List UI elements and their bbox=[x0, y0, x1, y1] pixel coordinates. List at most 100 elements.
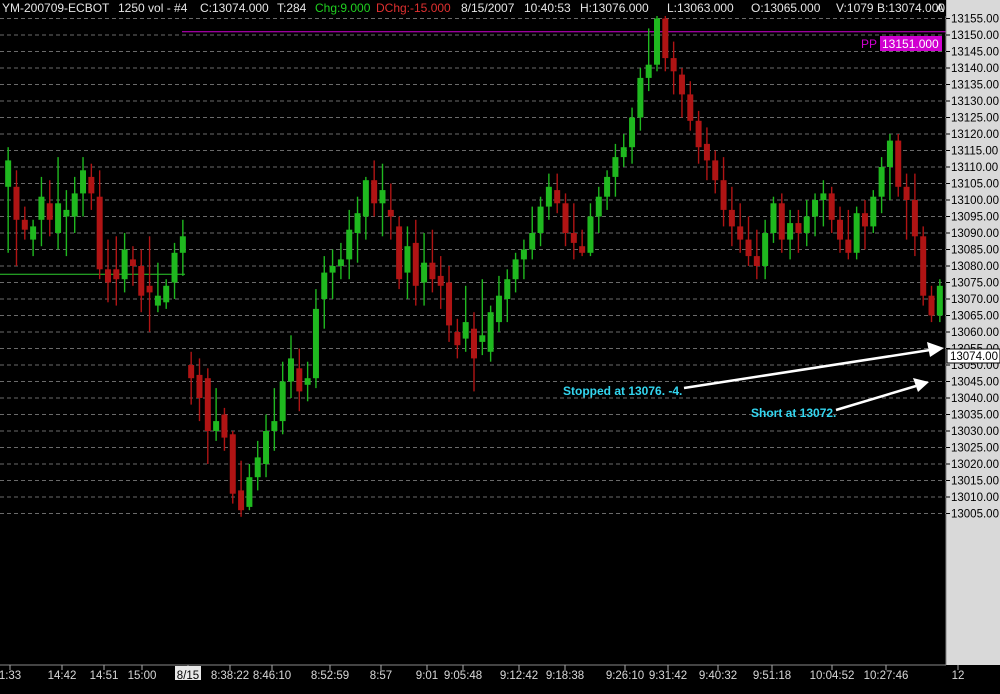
price-tick-label: 13125.00 bbox=[951, 113, 999, 125]
time-tick-label: 1:33 bbox=[0, 670, 21, 682]
candle-body bbox=[304, 378, 311, 385]
candle-body bbox=[654, 18, 661, 65]
candle bbox=[396, 216, 403, 290]
time-tick-label: 9:05:48 bbox=[444, 670, 482, 682]
price-tick-label: 13080.00 bbox=[951, 261, 999, 273]
time-tick-label: 9:26:10 bbox=[606, 670, 644, 682]
candle-body bbox=[163, 285, 170, 303]
candle-body bbox=[845, 239, 852, 253]
price-tick-label: 13065.00 bbox=[951, 311, 999, 323]
candle-body bbox=[71, 193, 78, 217]
candle-body bbox=[504, 279, 511, 299]
candle-body bbox=[279, 381, 286, 422]
header-symbol: YM-200709-ECBOT bbox=[2, 1, 110, 15]
price-tick-label: 13005.00 bbox=[951, 509, 999, 521]
candle-body bbox=[171, 252, 178, 283]
candle-body bbox=[88, 176, 95, 194]
candle-body bbox=[512, 259, 519, 280]
price-tick-label: 13035.00 bbox=[951, 410, 999, 422]
candle-body bbox=[795, 223, 802, 233]
candle-body bbox=[612, 157, 619, 177]
time-tick-label: 14:51 bbox=[90, 670, 119, 682]
price-tick-label: 13135.00 bbox=[951, 80, 999, 92]
candle-body bbox=[80, 170, 87, 194]
time-tick-label: 8:46:10 bbox=[253, 670, 291, 682]
candle-body bbox=[812, 200, 819, 217]
candle-body bbox=[121, 249, 128, 280]
candle-body bbox=[587, 216, 594, 253]
price-tick-label: 13120.00 bbox=[951, 129, 999, 141]
candle-body bbox=[579, 246, 586, 253]
candle-body bbox=[146, 285, 153, 293]
candle-body bbox=[196, 374, 203, 398]
candle-body bbox=[695, 120, 702, 148]
candle-body bbox=[778, 203, 785, 240]
candle-body bbox=[787, 223, 794, 240]
price-tick-label: 13025.00 bbox=[951, 443, 999, 455]
candle-body bbox=[595, 196, 602, 217]
price-axis-ticks: 13155.00 13150.00 13145.00 13140.00 13135.00… bbox=[946, 14, 999, 521]
time-tick-label: 15:00 bbox=[128, 670, 157, 682]
pivot-value: 13151.000 bbox=[882, 37, 939, 51]
candle-body bbox=[820, 193, 827, 200]
candle-body bbox=[620, 147, 627, 158]
candle-body bbox=[113, 269, 120, 280]
candle-body bbox=[154, 295, 161, 306]
candle-body bbox=[629, 117, 636, 148]
candle-body bbox=[38, 196, 45, 220]
header-dchange: DChg:-15.000 bbox=[376, 1, 451, 15]
price-tick-label: 13045.00 bbox=[951, 377, 999, 389]
price-tick-label: 13085.00 bbox=[951, 245, 999, 257]
candle-body bbox=[479, 335, 486, 342]
price-tick-label: 13145.00 bbox=[951, 47, 999, 59]
time-tick-label: 9:01 bbox=[416, 670, 438, 682]
candle-body bbox=[46, 203, 53, 220]
candle-body bbox=[928, 295, 935, 316]
candle-body bbox=[678, 74, 685, 95]
candle-body bbox=[911, 200, 918, 237]
time-tick-label: 9:18:38 bbox=[546, 670, 584, 682]
chart-background bbox=[0, 0, 1000, 694]
price-tick-label: 13070.00 bbox=[951, 294, 999, 306]
price-tick-label: 13020.00 bbox=[951, 459, 999, 471]
candle-body bbox=[753, 256, 760, 266]
candle-body bbox=[337, 259, 344, 266]
candle-body bbox=[379, 190, 386, 204]
price-tick-label: 13015.00 bbox=[951, 476, 999, 488]
candle-body bbox=[204, 378, 211, 431]
time-tick-label: 10:04:52 bbox=[810, 670, 855, 682]
time-tick-label: 12 bbox=[952, 670, 965, 682]
candle-body bbox=[437, 275, 444, 286]
candle-body bbox=[471, 328, 477, 359]
candle-body bbox=[287, 358, 294, 382]
date-marker-label: 8/15 bbox=[177, 670, 199, 682]
header-low: L:13063.000 bbox=[667, 1, 734, 15]
candle-body bbox=[662, 18, 669, 59]
candle bbox=[853, 206, 860, 260]
time-tick-label: 14:42 bbox=[48, 670, 77, 682]
price-tick-label: 13155.00 bbox=[951, 14, 999, 26]
header-high: H:13076.000 bbox=[580, 1, 649, 15]
price-tick-label: 13150.00 bbox=[951, 30, 999, 42]
time-tick-label: 9:40:32 bbox=[699, 670, 737, 682]
time-tick-label: 9:12:42 bbox=[500, 670, 538, 682]
candle-body bbox=[13, 186, 20, 220]
candle-body bbox=[179, 236, 186, 253]
pivot-label: PP bbox=[861, 37, 877, 51]
candle-body bbox=[604, 176, 611, 197]
candle-body bbox=[329, 266, 336, 273]
candle-body bbox=[554, 190, 561, 204]
candle-body bbox=[737, 226, 744, 240]
candle-body bbox=[346, 229, 353, 260]
candle-body bbox=[221, 414, 228, 438]
header-open: O:13065.000 bbox=[751, 1, 821, 15]
candle-body bbox=[720, 180, 727, 210]
candle-body bbox=[861, 213, 868, 227]
candle-body bbox=[96, 196, 103, 270]
price-tick-label: 13095.00 bbox=[951, 212, 999, 224]
candle-body bbox=[728, 209, 735, 227]
candle-body bbox=[296, 368, 303, 392]
candle-body bbox=[371, 180, 378, 204]
header-time: 10:40:53 bbox=[524, 1, 571, 15]
candle-body bbox=[687, 94, 694, 121]
